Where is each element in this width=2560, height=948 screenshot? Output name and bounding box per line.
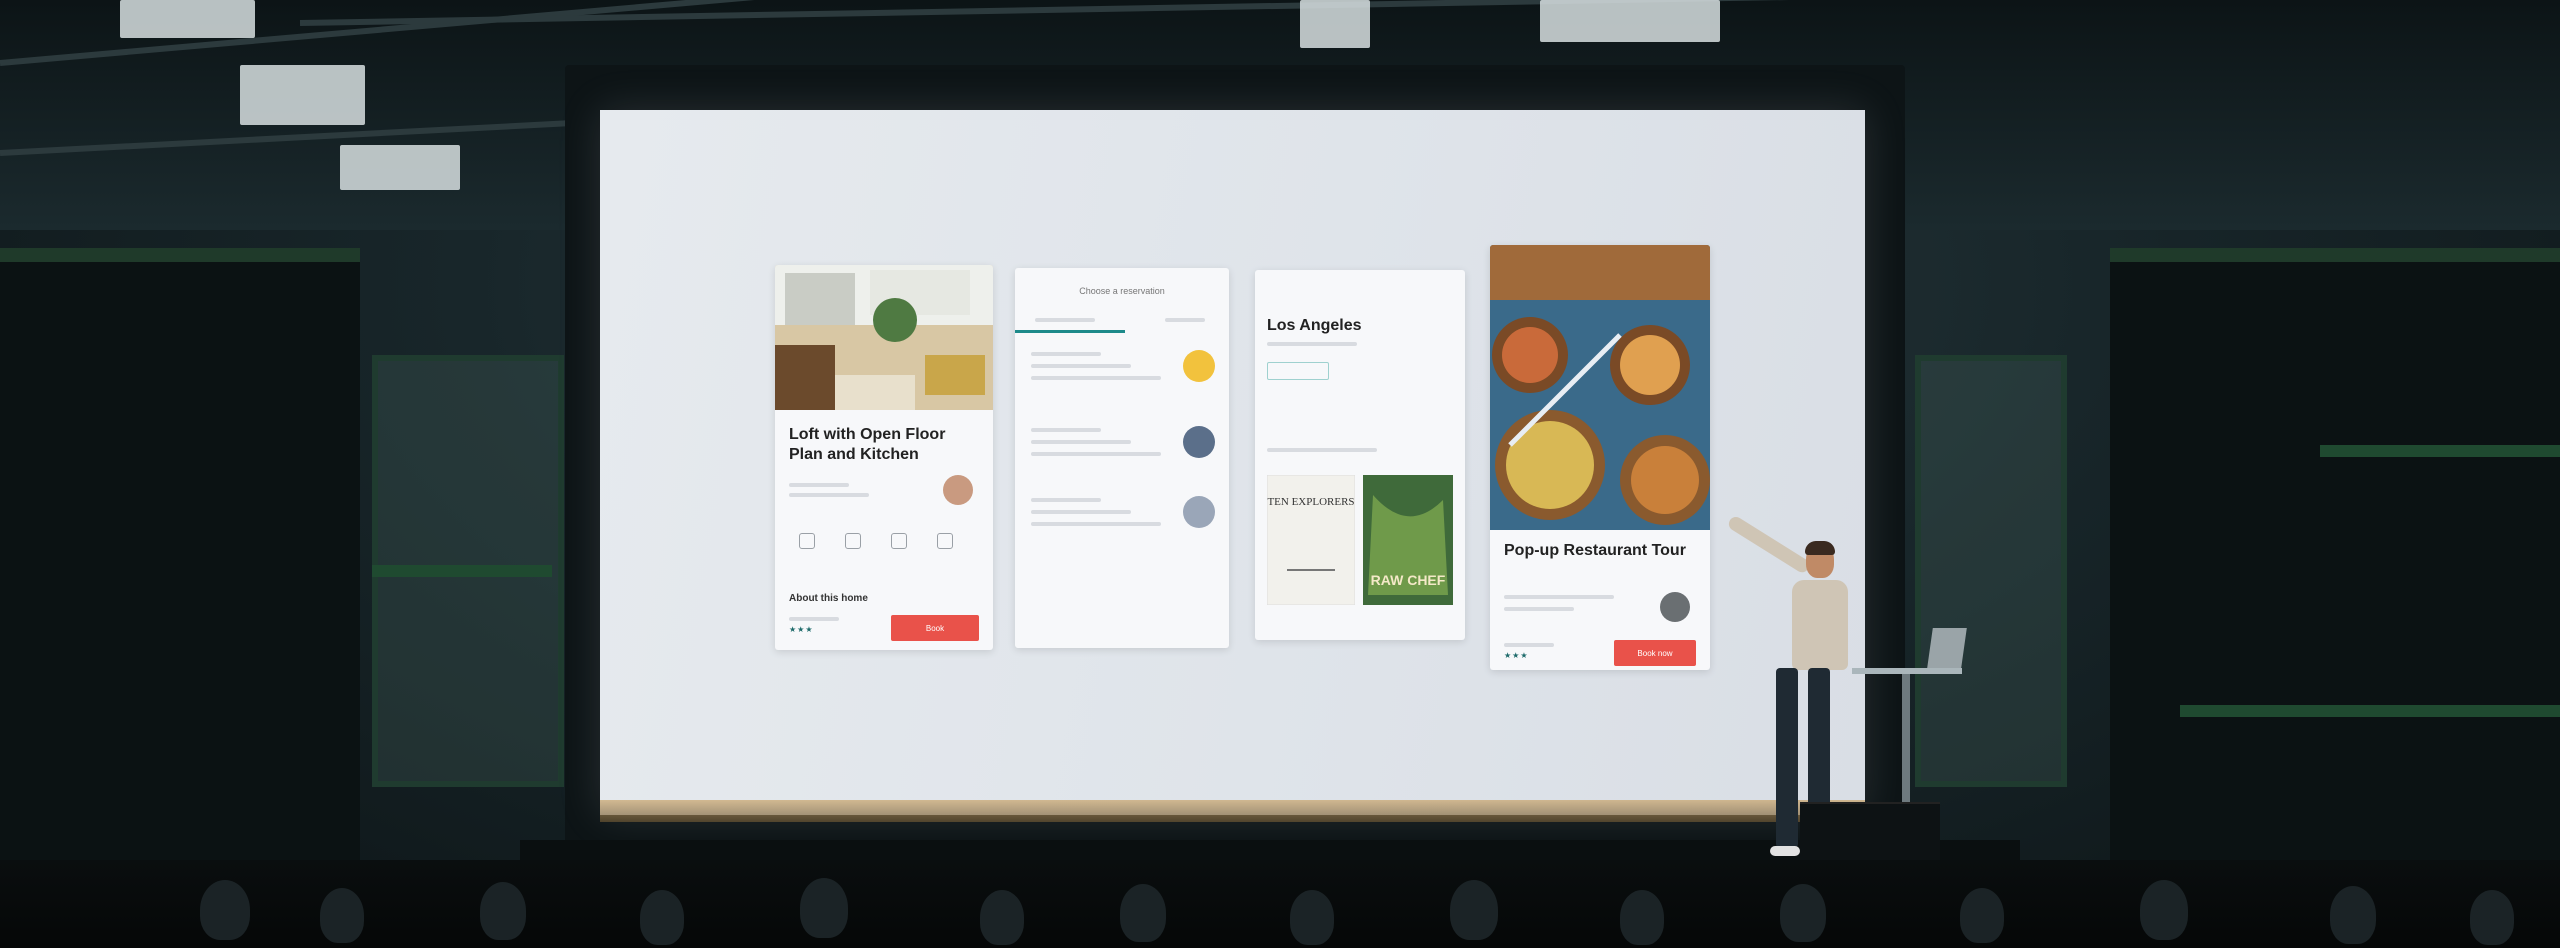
presentation-scene: Loft with Open Floor Plan and Kitchen Ab… [0, 0, 2560, 948]
presenter-hair [1805, 541, 1835, 555]
ceiling-light [1300, 0, 1370, 48]
reservation-line [1031, 376, 1161, 380]
chef-avatar [1660, 592, 1690, 622]
ceiling-light [120, 0, 255, 38]
book-cover-ten-explorers[interactable]: TEN EXPLORERS [1267, 475, 1355, 605]
green-rail [2180, 705, 2560, 717]
filter-chip[interactable] [1267, 362, 1329, 380]
audience-head [1450, 880, 1498, 940]
audience-head [640, 890, 684, 945]
green-rail [2320, 445, 2560, 457]
right-scaffold [2110, 248, 2560, 902]
left-scaffold [0, 248, 360, 902]
reservation-line [1031, 452, 1161, 456]
audience-head [2140, 880, 2188, 940]
green-rail [372, 565, 552, 577]
guest-avatar [1183, 350, 1215, 382]
card-popup-restaurant: Pop-up Restaurant Tour ★★★ Book now [1490, 245, 1710, 670]
wall-window [1915, 355, 2067, 787]
price-line [1504, 643, 1554, 647]
bedrooms-icon [845, 533, 861, 549]
rating-stars: ★★★ [1504, 651, 1529, 660]
presenter-shoe [1770, 846, 1800, 856]
audience-head [1780, 884, 1826, 942]
audience-head [320, 888, 364, 943]
tour-desc [1504, 595, 1614, 599]
audience-head [2470, 890, 2514, 945]
book2-title: RAW CHEF [1371, 572, 1446, 588]
tab-upcoming[interactable] [1035, 318, 1095, 322]
beds-icon [891, 533, 907, 549]
section-label [1267, 448, 1377, 452]
presenter-torso [1792, 580, 1848, 670]
ceiling-light [1540, 0, 1720, 42]
stage-light [600, 800, 1865, 822]
host-line [789, 483, 849, 487]
city-title: Los Angeles [1267, 317, 1362, 334]
audience-head [2330, 886, 2376, 944]
guest-avatar [1183, 426, 1215, 458]
host-line [789, 493, 869, 497]
card-loft: Loft with Open Floor Plan and Kitchen Ab… [775, 265, 993, 650]
book1-title: TEN EXPLORERS [1267, 496, 1354, 508]
laptop [1927, 628, 1967, 668]
loft-photo [775, 265, 993, 410]
audience-head [1620, 890, 1664, 945]
guests-icon [799, 533, 815, 549]
reservation-line [1031, 498, 1101, 502]
loft-title: Loft with Open Floor Plan and Kitchen [789, 426, 946, 463]
audience-head [980, 890, 1024, 945]
rating-stars: ★★★ [789, 625, 814, 634]
food-photo [1490, 245, 1710, 530]
book-cover-raw-chef[interactable]: RAW CHEF [1363, 475, 1453, 605]
reservation-line [1031, 428, 1101, 432]
audience-head [480, 882, 526, 940]
audience-head [200, 880, 250, 940]
audience-head [1120, 884, 1166, 942]
presenter-leg [1776, 668, 1798, 848]
reservation-line [1031, 352, 1101, 356]
ceiling-light [340, 145, 460, 190]
price-line [789, 617, 839, 621]
tab-indicator [1015, 330, 1125, 333]
guest-avatar [1183, 496, 1215, 528]
reservation-line [1031, 440, 1131, 444]
podium-leg [1902, 674, 1910, 814]
tab-past[interactable] [1165, 318, 1205, 322]
reservation-line [1031, 510, 1131, 514]
ceiling-light [240, 65, 365, 125]
about-label: About this home [789, 593, 868, 604]
book-now-button[interactable]: Book now [1614, 640, 1696, 666]
card-los-angeles: Los Angeles TEN EXPLORERS RAW CHEF [1255, 270, 1465, 640]
card-reservation: Choose a reservation [1015, 268, 1229, 648]
audience-head [1960, 888, 2004, 943]
book-button[interactable]: Book [891, 615, 979, 641]
reservation-line [1031, 364, 1131, 368]
tour-desc [1504, 607, 1574, 611]
city-subtitle [1267, 342, 1357, 346]
tour-title: Pop-up Restaurant Tour [1504, 542, 1686, 559]
audience-head [800, 878, 848, 938]
audience [0, 860, 2560, 948]
host-avatar [943, 475, 973, 505]
reservation-header: Choose a reservation [1079, 286, 1165, 296]
baths-icon [937, 533, 953, 549]
reservation-line [1031, 522, 1161, 526]
audience-head [1290, 890, 1334, 945]
